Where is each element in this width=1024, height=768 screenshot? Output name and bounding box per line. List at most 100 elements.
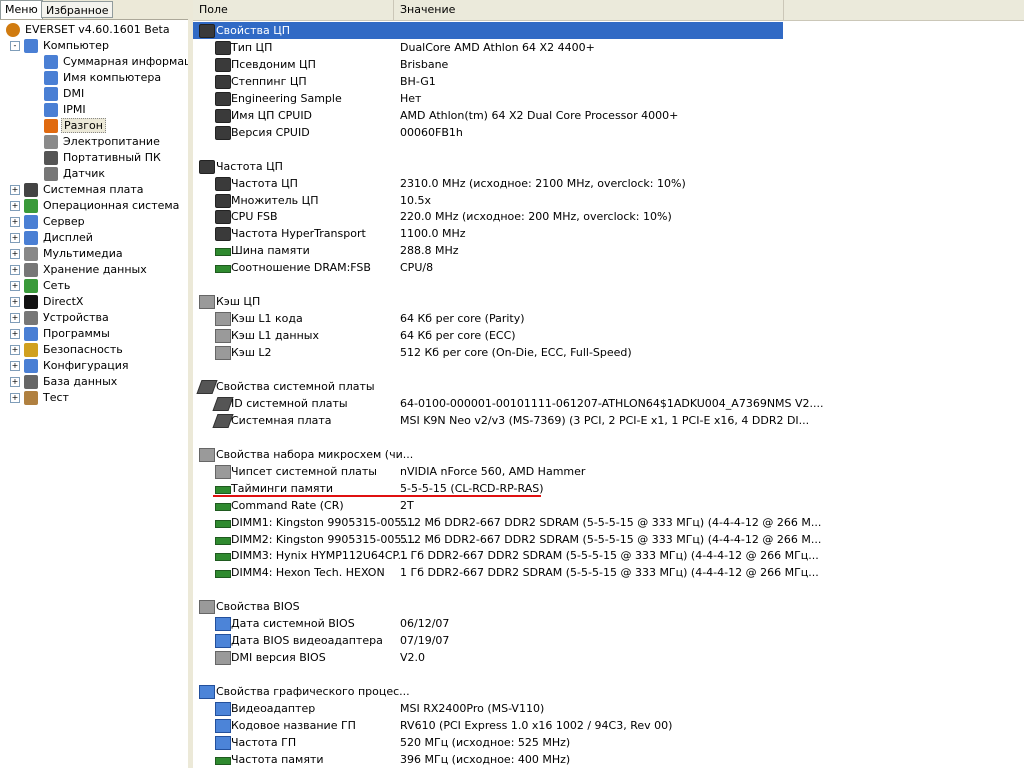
expand-toggle[interactable]: + [10,297,20,307]
property-row[interactable]: Имя ЦП CPUID AMD Athlon(tm) 64 X2 Dual Co… [193,107,1024,124]
tab-favorites[interactable]: Избранное [41,1,114,18]
column-header-field[interactable]: Поле [193,0,394,20]
tree-item[interactable]: + Устройства [10,310,111,326]
property-row[interactable]: Кэш L2 512 Кб per core (On-Die, ECC, Full… [193,344,1024,361]
property-row[interactable]: CPU FSB 220.0 MHz (исходное: 200 MHz, ove… [193,208,1024,225]
tree-item[interactable]: Имя компьютера [44,70,163,86]
tree-item-label: Конфигурация [43,359,129,372]
tree-item[interactable]: IPMI [44,102,88,118]
property-row[interactable]: DIMM3: Hynix HYMP112U64CP... 1 Гб DDR2-66… [193,547,1024,564]
expand-toggle[interactable]: + [10,313,20,323]
expand-toggle[interactable]: + [10,217,20,227]
tree-item[interactable]: Суммарная информация [44,54,207,70]
property-row[interactable]: DIMM1: Kingston 9905315-005.... 512 Мб DD… [193,514,1024,531]
tab-menu[interactable]: Меню [0,0,43,19]
expand-toggle[interactable]: + [10,281,20,291]
section-row[interactable]: Кэш ЦП [193,293,1024,310]
field-value: V2.0 [400,651,426,665]
property-row[interactable]: Кодовое название ГП RV610 (PCI Express 1.… [193,717,1024,734]
tree-item[interactable]: Портативный ПК [44,150,163,166]
tree-item[interactable]: + Конфигурация [10,358,131,374]
left-tab-bar: Меню Избранное [0,0,188,20]
section-row[interactable]: Свойства системной платы [193,378,1024,395]
property-row[interactable]: Шина памяти 288.8 MHz [193,242,1024,259]
section-row[interactable]: Свойства ЦП [193,22,783,39]
section-row[interactable]: Свойства набора микросхем (чи... [193,446,1024,463]
tree-item[interactable]: + Безопасность [10,342,125,358]
property-row[interactable]: Системная плата MSI K9N Neo v2/v3 (MS-736… [193,412,1024,429]
tree-item[interactable]: + Мультимедиа [10,246,125,262]
property-row[interactable]: Соотношение DRAM:FSB CPU/8 [193,259,1024,276]
property-row[interactable]: Псевдоним ЦП Brisbane [193,56,1024,73]
tree-item[interactable]: DMI [44,86,86,102]
directx-icon [24,295,38,309]
ram-module-icon [215,536,231,545]
property-row[interactable]: Тип ЦП DualCore AMD Athlon 64 X2 4400+ [193,39,1024,56]
property-row[interactable]: Степпинг ЦП BH-G1 [193,73,1024,90]
property-row[interactable]: Command Rate (CR) 2T [193,497,1024,514]
property-row[interactable]: DIMM2: Kingston 9905315-005.... 512 Мб DD… [193,531,1024,548]
property-row[interactable]: Частота ЦП 2310.0 MHz (исходное: 2100 MHz… [193,175,1024,192]
field-label: Множитель ЦП [231,193,319,207]
property-row[interactable]: Версия CPUID 00060FB1h [193,124,1024,141]
tree-item[interactable]: + Хранение данных [10,262,149,278]
property-row[interactable]: ID системной платы 64-0100-000001-0010111… [193,395,1024,412]
tree-item[interactable]: + Сервер [10,214,87,230]
property-row[interactable]: Дата системной BIOS 06/12/07 [193,615,1024,632]
tree-item[interactable]: + DirectX [10,294,85,310]
expand-toggle[interactable]: + [10,329,20,339]
tree-item[interactable]: + База данных [10,374,119,390]
property-row[interactable]: Частота HyperTransport 1100.0 MHz [193,225,1024,242]
expand-toggle[interactable]: + [10,361,20,371]
field-label: Тип ЦП [231,40,273,54]
section-row[interactable]: Свойства BIOS [193,598,1024,615]
property-row[interactable]: Кэш L1 кода 64 Кб per core (Parity) [193,310,1024,327]
tree-item-label: Устройства [43,311,109,324]
expand-toggle[interactable]: + [10,233,20,243]
tree-item[interactable]: + Дисплей [10,230,95,246]
tree-item[interactable]: + Операционная система [10,198,181,214]
expand-toggle[interactable]: + [10,249,20,259]
tree-item[interactable]: + Программы [10,326,112,342]
section-row[interactable]: Частота ЦП [193,158,1024,175]
field-label: DIMM1: Kingston 9905315-005.... [231,515,416,529]
property-row[interactable]: Дата BIOS видеоадаптера 07/19/07 [193,632,1024,649]
field-label: Частота ЦП [231,176,298,190]
collapse-toggle[interactable]: - [10,41,20,51]
tree-item[interactable]: Электропитание [44,134,162,150]
property-row[interactable]: Engineering Sample Нет [193,90,1024,107]
property-row[interactable]: Кэш L1 данных 64 Кб per core (ECC) [193,327,1024,344]
expand-toggle[interactable]: + [10,265,20,275]
property-row[interactable]: Частота памяти 396 МГц (исходное: 400 MHz… [193,751,1024,768]
tree-item[interactable]: Датчик [44,166,107,182]
section-row[interactable]: Свойства графического процес... [193,683,1024,700]
tree-item-label: Программы [43,327,110,340]
tree-item-label: Системная плата [43,183,144,196]
property-row[interactable]: DMI версия BIOS V2.0 [193,649,1024,666]
tree-item[interactable]: EVERSET v4.60.1601 Beta [6,22,172,38]
property-row[interactable]: Частота ГП 520 МГц (исходное: 525 MHz) [193,734,1024,751]
tree-item-label: Разгон [61,118,106,133]
tree-item[interactable]: Разгон [44,118,106,134]
tree-item[interactable]: - Компьютер [10,38,111,54]
field-label: DIMM3: Hynix HYMP112U64CP... [231,549,408,563]
cpu-chip-icon [215,227,231,242]
tree-item[interactable]: + Системная плата [10,182,146,198]
expand-toggle[interactable]: + [10,393,20,403]
expand-toggle[interactable]: + [10,377,20,387]
property-row[interactable]: Множитель ЦП 10.5x [193,192,1024,209]
field-label: ID системной платы [231,396,348,410]
property-row[interactable]: DIMM4: Hexon Tech. HEXON 1 Гб DDR2-667 DD… [193,564,1024,581]
field-value: 64 Кб per core (ECC) [400,329,516,343]
property-row[interactable]: Видеоадаптер MSI RX2400Pro (MS-V110) [193,700,1024,717]
tree-item[interactable]: + Сеть [10,278,72,294]
tree-item[interactable]: + Тест [10,390,71,406]
tree-item-label: EVERSET v4.60.1601 Beta [25,23,170,36]
tree-item-label: Компьютер [43,39,109,52]
monitor-icon [215,702,231,716]
expand-toggle[interactable]: + [10,185,20,195]
expand-toggle[interactable]: + [10,345,20,355]
property-row[interactable]: Чипсет системной платы nVIDIA nForce 560,… [193,463,1024,480]
column-header-value[interactable]: Значение [394,0,784,20]
expand-toggle[interactable]: + [10,201,20,211]
